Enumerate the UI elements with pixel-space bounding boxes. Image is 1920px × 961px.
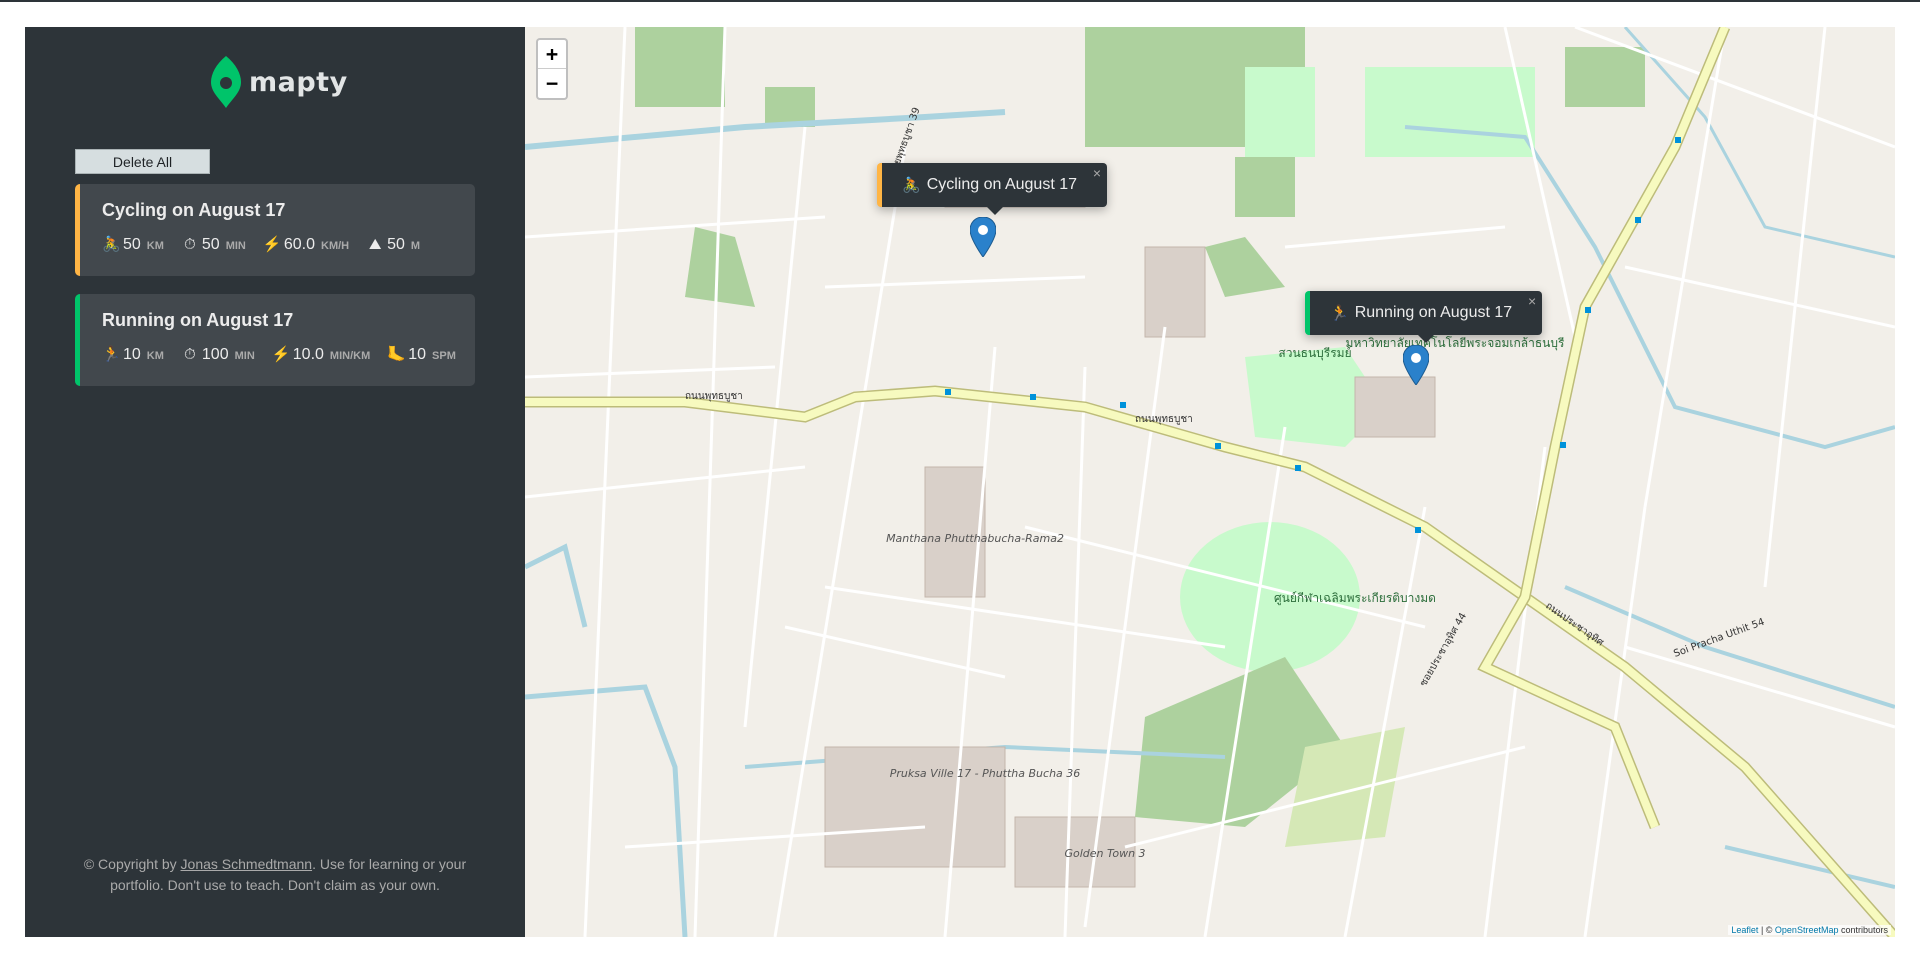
lightning-icon: ⚡ xyxy=(271,346,291,363)
attribution-suffix: contributors xyxy=(1838,925,1888,935)
elevation-value: 50 xyxy=(387,236,405,253)
distance-detail: 🏃 10 km xyxy=(102,345,164,364)
bike-icon: 🚴 xyxy=(902,177,921,194)
bike-icon: 🚴 xyxy=(102,236,121,253)
mountain-icon: ⛰ xyxy=(368,236,382,253)
distance-unit: km xyxy=(146,350,164,362)
duration-value: 50 xyxy=(201,236,220,253)
osm-link[interactable]: OpenStreetMap xyxy=(1775,925,1839,935)
elevation-detail: ⛰ 50 m xyxy=(366,236,420,254)
zoom-in-button[interactable]: + xyxy=(538,40,566,69)
speed-detail: ⚡ 60.0 km/h xyxy=(263,235,349,254)
road-label: ถนนพุทธบูชา xyxy=(685,391,743,402)
popup-tip xyxy=(1418,335,1435,343)
area-label: Manthana Phutthabucha-Rama2 xyxy=(886,532,1064,545)
runner-icon: 🏃 xyxy=(1330,305,1349,322)
stopwatch-icon: ⏱ xyxy=(184,236,196,253)
stopwatch-icon: ⏱ xyxy=(184,346,196,363)
sidebar: mapty Delete All Cycling on August 17 🚴 … xyxy=(25,27,525,937)
elevation-unit: m xyxy=(410,240,421,252)
speed-value: 60.0 xyxy=(283,236,316,253)
road-label: ถนนประชาอุทิศ xyxy=(1543,600,1606,648)
area-label: Pruksa Ville 17 - Phuttha Bucha 36 xyxy=(890,767,1081,780)
pace-detail: ⚡ 10.0 min/km xyxy=(272,345,370,364)
close-icon[interactable]: × xyxy=(1528,293,1536,309)
attribution-sep: | © xyxy=(1758,925,1775,935)
soi-label: ซอยประชาอุทิศ 44 xyxy=(1418,611,1469,688)
top-border xyxy=(0,0,1920,2)
distance-value: 10 xyxy=(123,346,141,363)
map-marker-icon[interactable] xyxy=(1403,345,1429,385)
zoom-out-button[interactable]: − xyxy=(538,69,566,98)
foot-icon: 🦶 xyxy=(387,346,406,363)
map-attribution: Leaflet | © OpenStreetMap contributors xyxy=(1728,925,1891,935)
area-label: Golden Town 3 xyxy=(1064,847,1145,860)
duration-detail: ⏱ 50 min xyxy=(181,236,246,254)
map-pin-logo-icon xyxy=(211,56,241,108)
cadence-value: 10 xyxy=(408,346,427,363)
duration-unit: min xyxy=(234,350,255,362)
zoom-control: + − xyxy=(536,38,568,100)
app-container: mapty Delete All Cycling on August 17 🚴 … xyxy=(25,27,1895,937)
workout-card-cycling[interactable]: Cycling on August 17 🚴 50 km ⏱ 50 min ⚡ … xyxy=(75,184,475,276)
workout-title: Cycling on August 17 xyxy=(102,200,286,220)
cadence-unit: spm xyxy=(432,350,456,362)
duration-unit: min xyxy=(225,240,246,252)
workout-details: 🚴 50 km ⏱ 50 min ⚡ 60.0 km/h ⛰ 50 m xyxy=(102,235,475,254)
workout-popup-running[interactable]: 🏃 Running on August 17 × xyxy=(1305,291,1543,343)
pace-value: 10.0 xyxy=(292,346,324,363)
area-label: สวนธนบุรีรมย์ xyxy=(1278,346,1351,361)
logo: mapty xyxy=(211,56,348,108)
copyright-prefix: © Copyright by xyxy=(83,856,181,872)
distance-value: 50 xyxy=(123,236,141,253)
map-marker-icon[interactable] xyxy=(970,217,996,257)
cadence-detail: 🦶 10 spm xyxy=(387,345,456,364)
speed-unit: km/h xyxy=(321,240,350,252)
author-link[interactable]: Jonas Schmedtmann xyxy=(181,856,313,872)
road-label: ถนนพุทธบูชา xyxy=(1135,414,1193,425)
distance-detail: 🚴 50 km xyxy=(102,235,164,254)
app-name: mapty xyxy=(249,66,348,98)
popup-text: Running on August 17 xyxy=(1354,304,1513,321)
leaflet-link[interactable]: Leaflet xyxy=(1731,925,1758,935)
pace-unit: min/km xyxy=(329,350,371,362)
area-label: ศูนย์กีฬาเฉลิมพระเกียรติบางมด xyxy=(1274,591,1436,606)
workout-details: 🏃 10 km ⏱ 100 min ⚡ 10.0 min/km 🦶 10 xyxy=(102,345,475,364)
duration-detail: ⏱ 100 min xyxy=(181,346,255,364)
lightning-icon: ⚡ xyxy=(262,236,282,253)
copyright: © Copyright by Jonas Schmedtmann. Use fo… xyxy=(75,854,475,896)
duration-value: 100 xyxy=(201,346,229,363)
workout-popup-cycling[interactable]: 🚴 Cycling on August 17 × xyxy=(877,163,1108,215)
workout-title: Running on August 17 xyxy=(102,310,294,330)
close-icon[interactable]: × xyxy=(1093,165,1101,181)
delete-all-button[interactable]: Delete All xyxy=(75,149,210,174)
map[interactable]: ถนนพุทธบูชา ถนนพุทธบูชา ถนนประชาอุทิศ So… xyxy=(525,27,1895,937)
popup-tip xyxy=(986,207,1003,215)
distance-unit: km xyxy=(146,240,164,252)
workout-card-running[interactable]: Running on August 17 🏃 10 km ⏱ 100 min ⚡… xyxy=(75,294,475,386)
area-label: มหาวิทยาลัยเทคโนโลยีพระจอมเกล้าธนบุรี xyxy=(1346,336,1565,351)
popup-text: Cycling on August 17 xyxy=(926,176,1078,193)
map-tiles[interactable]: ถนนพุทธบูชา ถนนพุทธบูชา ถนนประชาอุทิศ So… xyxy=(525,27,1895,937)
runner-icon: 🏃 xyxy=(102,346,121,363)
